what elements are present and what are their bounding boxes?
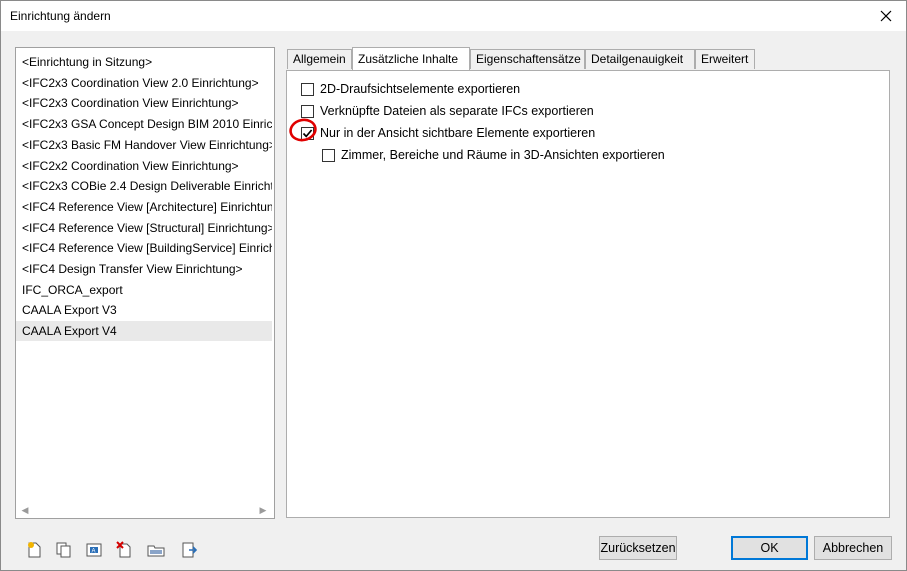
option-label: Zimmer, Bereiche und Räume in 3D-Ansicht… (341, 148, 665, 162)
tab-detailgenauigkeit[interactable]: Detailgenauigkeit (585, 49, 695, 69)
new-setup-icon[interactable] (26, 541, 44, 559)
tab-panel-zusaetzliche-inhalte: 2D-Draufsichtselemente exportieren Verkn… (286, 70, 890, 518)
setup-list-item[interactable]: <IFC4 Reference View [BuildingService] E… (16, 238, 272, 258)
setup-list-item[interactable]: CAALA Export V4 (16, 321, 272, 342)
checkbox[interactable] (301, 82, 314, 96)
close-button[interactable] (872, 4, 900, 28)
setup-list-item[interactable]: <IFC4 Reference View [Structural] Einric… (16, 218, 272, 238)
duplicate-setup-icon[interactable] (55, 541, 73, 559)
tab-zusaetzliche-inhalte[interactable]: Zusätzliche Inhalte (352, 47, 470, 70)
setup-list-item[interactable]: IFC_ORCA_export (16, 280, 272, 300)
setup-list-item[interactable]: CAALA Export V3 (16, 300, 272, 320)
option-label: Verknüpfte Dateien als separate IFCs exp… (320, 104, 594, 118)
import-setup-icon[interactable] (147, 541, 165, 559)
rename-setup-icon[interactable]: A (85, 541, 103, 559)
horizontal-scrollbar[interactable]: ◀ ▶ (16, 503, 272, 518)
setup-list-item[interactable]: <IFC2x3 GSA Concept Design BIM 2010 Einr… (16, 114, 272, 134)
setup-list-item[interactable]: <IFC2x3 Coordination View Einrichtung> (16, 93, 272, 113)
ok-button[interactable]: OK (731, 536, 808, 560)
setup-list-item[interactable]: <Einrichtung in Sitzung> (16, 52, 272, 72)
setup-list-item[interactable]: <IFC4 Reference View [Architecture] Einr… (16, 197, 272, 217)
tab-erweitert[interactable]: Erweitert (695, 49, 755, 69)
window-title: Einrichtung ändern (10, 9, 111, 23)
cancel-button[interactable]: Abbrechen (814, 536, 892, 560)
checkbox-checked[interactable] (301, 126, 314, 140)
setup-list[interactable]: <Einrichtung in Sitzung> <IFC2x3 Coordina… (15, 47, 275, 519)
setup-list-item[interactable]: <IFC2x2 Coordination View Einrichtung> (16, 156, 272, 176)
svg-text:A: A (92, 549, 96, 555)
option-2d-plan-elements[interactable]: 2D-Draufsichtselemente exportieren (301, 80, 520, 98)
setup-list-item[interactable]: <IFC4 Design Transfer View Einrichtung> (16, 259, 272, 279)
setup-list-item[interactable]: <IFC2x3 Coordination View 2.0 Einrichtun… (16, 73, 272, 93)
setup-list-item[interactable]: <IFC2x3 Basic FM Handover View Einrichtu… (16, 135, 272, 155)
checkmark-icon (302, 128, 313, 138)
reset-button[interactable]: Zurücksetzen (599, 536, 677, 560)
option-linked-files-separate-ifc[interactable]: Verknüpfte Dateien als separate IFCs exp… (301, 102, 594, 120)
scroll-right-icon[interactable]: ▶ (257, 505, 269, 516)
option-rooms-areas-spaces-3d[interactable]: Zimmer, Bereiche und Räume in 3D-Ansicht… (322, 146, 665, 164)
tab-eigenschaftensaetze[interactable]: Eigenschaftensätze (470, 49, 585, 69)
export-setup-icon[interactable] (180, 541, 198, 559)
close-icon (880, 10, 892, 22)
checkbox[interactable] (301, 104, 314, 118)
setup-dialog: Einrichtung ändern <Einrichtung in Sitzu… (0, 0, 907, 571)
delete-setup-icon[interactable] (116, 541, 134, 559)
tab-allgemein[interactable]: Allgemein (287, 49, 352, 69)
option-visible-elements-only[interactable]: Nur in der Ansicht sichtbare Elemente ex… (301, 124, 595, 142)
scroll-left-icon[interactable]: ◀ (19, 505, 31, 516)
title-bar: Einrichtung ändern (1, 1, 906, 31)
setup-list-item[interactable]: <IFC2x3 COBie 2.4 Design Deliverable Ein… (16, 176, 272, 196)
option-label: 2D-Draufsichtselemente exportieren (320, 82, 521, 96)
checkbox[interactable] (322, 148, 335, 162)
option-label: Nur in der Ansicht sichtbare Elemente ex… (320, 126, 596, 140)
